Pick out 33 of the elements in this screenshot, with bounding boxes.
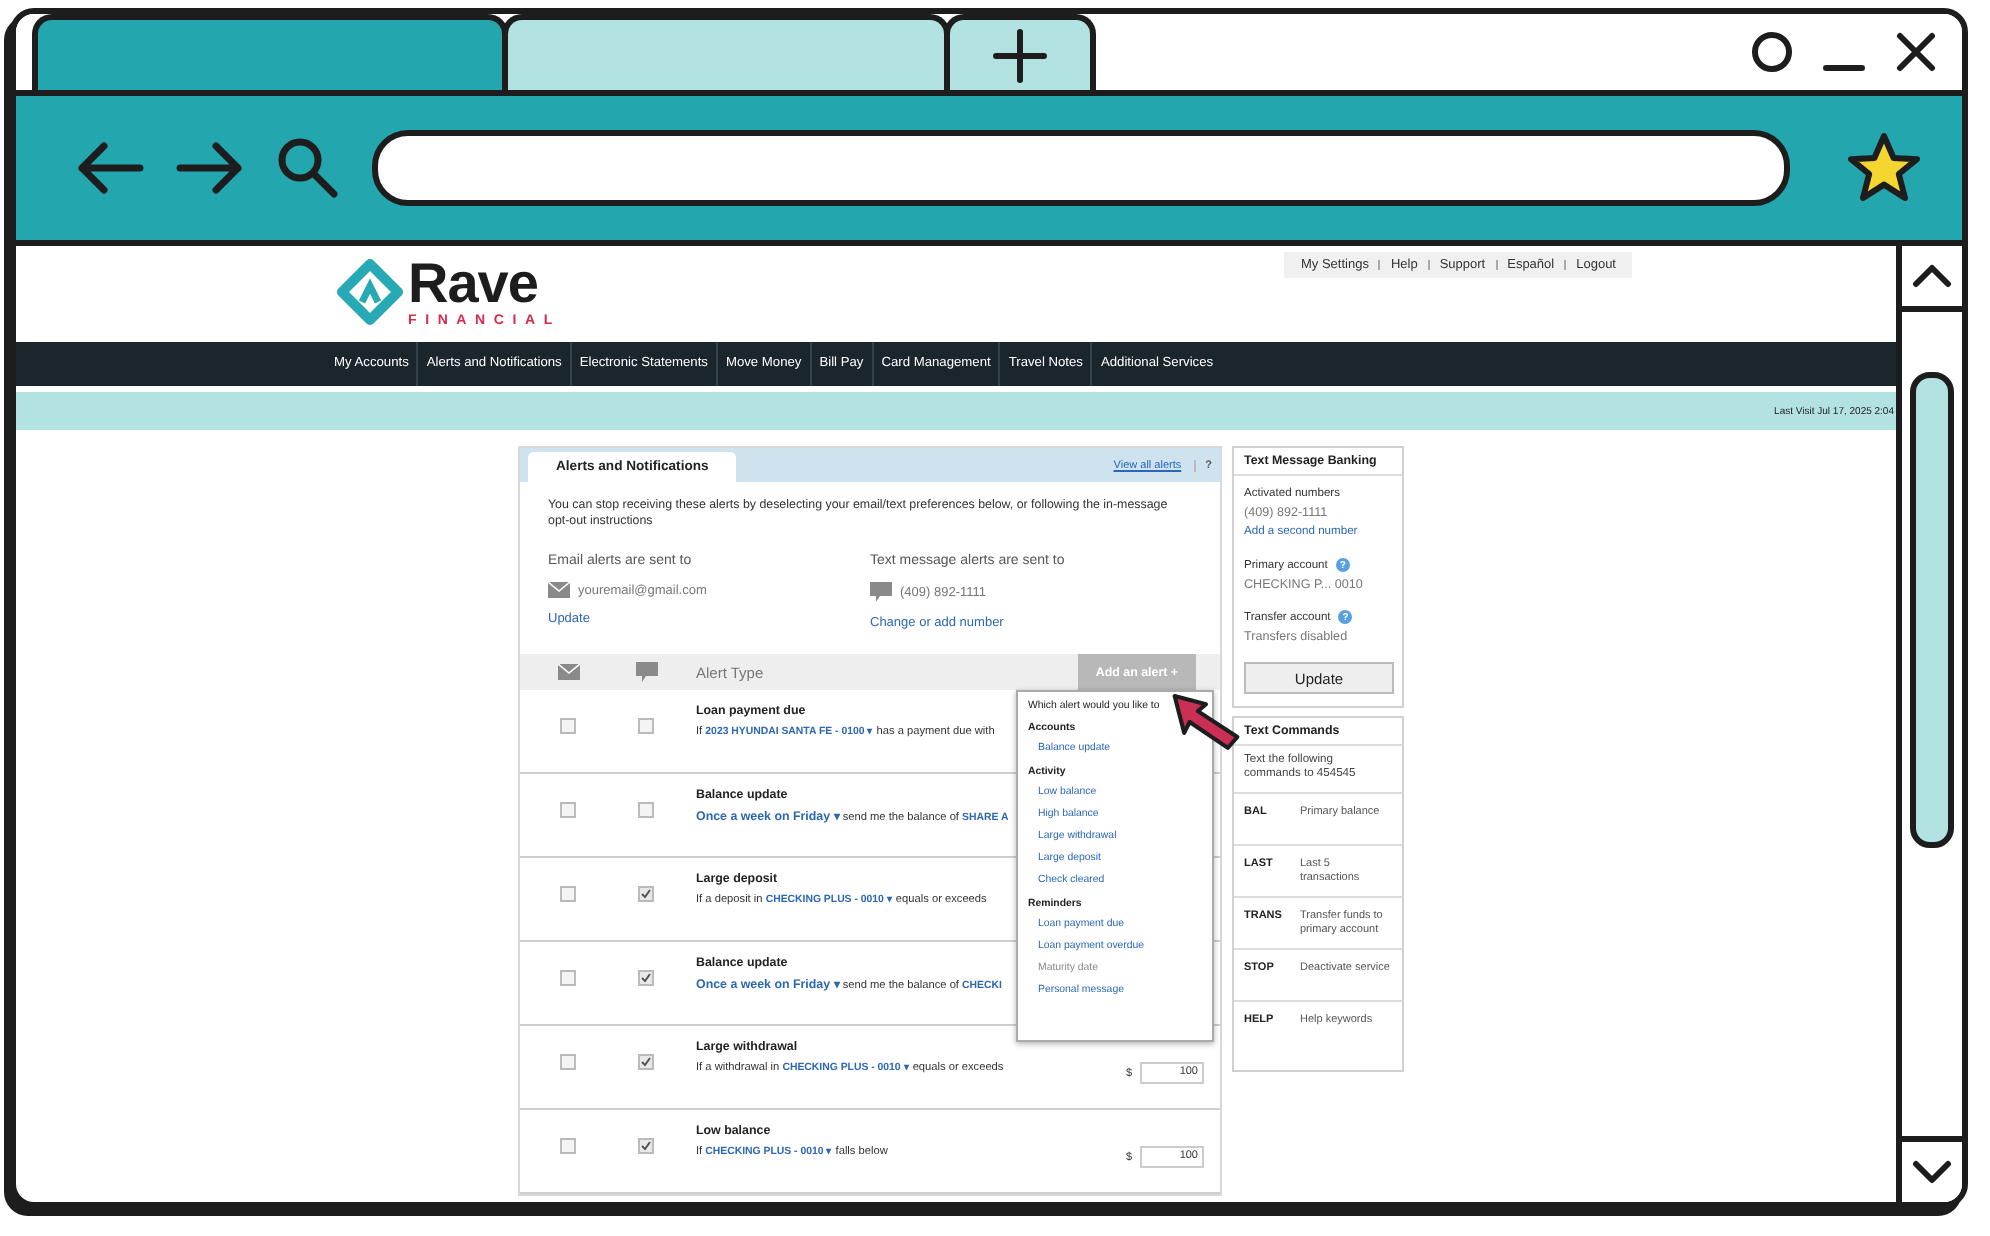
email-checkbox[interactable] (560, 802, 576, 818)
email-checkbox[interactable] (560, 886, 576, 902)
browser-tab[interactable] (502, 14, 950, 90)
text-checkbox[interactable] (638, 1138, 654, 1154)
scrollbar-thumb[interactable] (1910, 372, 1954, 848)
back-arrow-icon[interactable] (76, 140, 144, 196)
text-checkbox[interactable] (638, 802, 654, 818)
chevron-up-icon (1912, 264, 1952, 288)
plus-icon (990, 25, 1050, 85)
logo-diamond-icon (336, 258, 404, 326)
restore-icon[interactable] (1750, 30, 1794, 74)
text-checkbox[interactable] (638, 970, 654, 986)
text-checkbox[interactable] (638, 886, 654, 902)
chevron-down-icon (1912, 1160, 1952, 1184)
new-tab-button[interactable] (944, 14, 1096, 90)
text-checkbox[interactable] (638, 1054, 654, 1070)
text-checkbox[interactable] (638, 718, 654, 734)
email-checkbox[interactable] (560, 970, 576, 986)
close-icon[interactable] (1894, 30, 1938, 74)
email-checkbox[interactable] (560, 718, 576, 734)
forward-arrow-icon[interactable] (176, 140, 244, 196)
address-bar[interactable] (372, 130, 1790, 206)
star-icon[interactable] (1846, 132, 1922, 204)
speech-bubble-icon (635, 662, 657, 682)
cursor-arrow-icon (1170, 692, 1242, 752)
envelope-icon (548, 582, 570, 598)
envelope-icon (557, 664, 579, 680)
search-icon[interactable] (276, 136, 340, 200)
email-checkbox[interactable] (560, 1054, 576, 1070)
logo-wordmark: Rave (408, 256, 540, 312)
speech-bubble-icon (870, 582, 892, 602)
browser-tab[interactable] (32, 14, 508, 90)
email-checkbox[interactable] (560, 1138, 576, 1154)
